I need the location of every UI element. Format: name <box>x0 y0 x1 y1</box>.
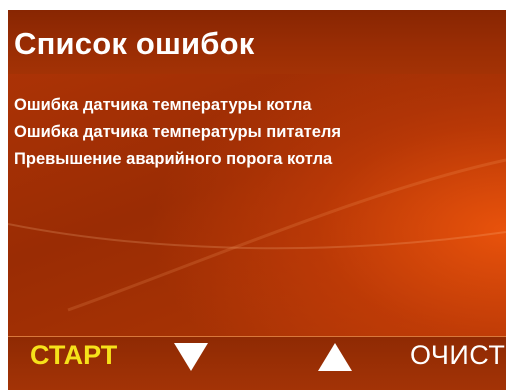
error-item: Ошибка датчика температуры питателя <box>14 123 341 141</box>
start-button[interactable]: СТАРТ <box>30 340 117 371</box>
triangle-up-icon <box>318 343 352 371</box>
title-bar: Список ошибок <box>8 10 506 74</box>
error-list-screen: Список ошибок Ошибка датчика температуры… <box>8 10 506 390</box>
error-item: Ошибка датчика температуры котла <box>14 96 312 114</box>
clear-button[interactable]: ОЧИСТ <box>410 340 505 371</box>
scroll-up-button[interactable] <box>316 340 354 374</box>
error-item: Превышение аварийного порога котла <box>14 150 333 168</box>
triangle-down-icon <box>174 343 208 371</box>
scroll-down-button[interactable] <box>172 340 210 374</box>
page-title: Список ошибок <box>14 26 255 61</box>
error-list: Ошибка датчика температуры котла Ошибка … <box>14 92 341 173</box>
